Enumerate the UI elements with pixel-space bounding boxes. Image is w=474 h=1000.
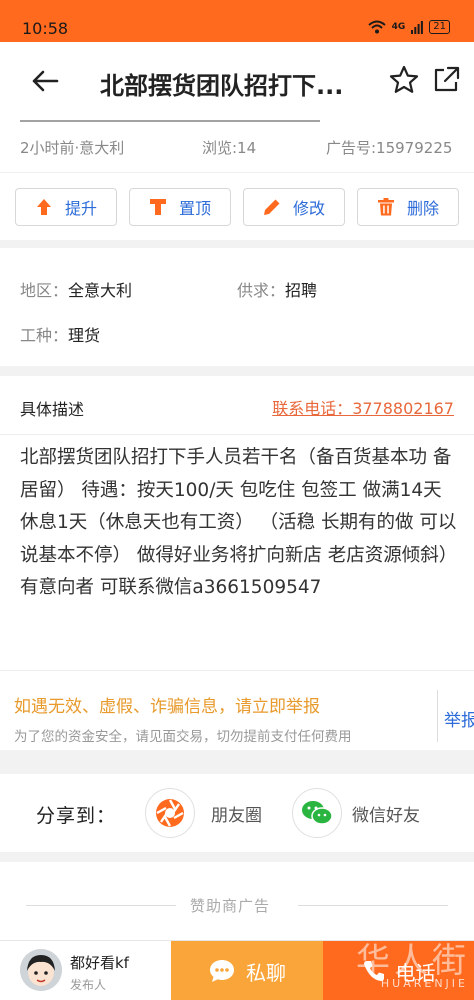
pin-top-label: 置顶 bbox=[178, 199, 211, 218]
edit-label: 修改 bbox=[292, 199, 325, 218]
contact-phone-link[interactable]: 联系电话：3778802167 bbox=[272, 395, 454, 419]
promote-button[interactable]: 提升 bbox=[15, 188, 117, 226]
info-card: 地区：全意大利 供求：招聘 工种：理货 bbox=[0, 248, 474, 366]
private-chat-label: 私聊 bbox=[246, 960, 286, 985]
poster-role: 发布人 bbox=[70, 978, 107, 992]
watermark-subtext: HUARENJIE bbox=[380, 977, 468, 990]
share-card: 分享到： 朋友圈 微信好友 bbox=[0, 774, 474, 852]
divider bbox=[298, 905, 448, 906]
moments-icon bbox=[156, 799, 184, 827]
promote-label: 提升 bbox=[64, 199, 97, 218]
moments-icon-circle bbox=[145, 788, 195, 838]
back-button[interactable] bbox=[28, 66, 62, 96]
job-type-label: 工种： bbox=[20, 326, 69, 345]
signal-icon: 4G bbox=[391, 21, 406, 32]
region-field: 地区：全意大利 bbox=[20, 277, 132, 301]
fraud-warning-title: 如遇无效、虚假、诈骗信息，请立即举报 bbox=[14, 697, 320, 717]
supply-value: 招聘 bbox=[285, 281, 318, 300]
pin-top-icon bbox=[149, 199, 166, 215]
fraud-warning-subtitle: 为了您的资金安全，请见面交易，切勿提前支付任何费用 bbox=[14, 729, 352, 745]
arrow-up-icon bbox=[36, 199, 51, 215]
ad-meta-row: 2小时前·意大利 浏览:14 广告号:15979225 bbox=[0, 120, 474, 172]
share-wechat-button[interactable]: 微信好友 bbox=[292, 788, 420, 838]
post-time-location: 2小时前·意大利 bbox=[20, 139, 125, 157]
status-bar: 10:58 4G 21 bbox=[0, 0, 474, 42]
status-icons: 4G 21 bbox=[367, 20, 450, 34]
delete-label: 删除 bbox=[406, 199, 439, 218]
wifi-icon bbox=[367, 20, 386, 34]
share-moments-button[interactable]: 朋友圈 bbox=[145, 788, 262, 838]
poster-name: 都好看kf bbox=[70, 954, 129, 972]
favorite-button[interactable] bbox=[388, 64, 420, 96]
job-type-field: 工种：理货 bbox=[20, 322, 100, 346]
battery-icon: 21 bbox=[429, 20, 450, 34]
sponsor-label: 赞助商广告 bbox=[190, 897, 271, 915]
status-time: 10:58 bbox=[22, 19, 69, 38]
supply-label: 供求： bbox=[237, 281, 286, 300]
region-value: 全意大利 bbox=[68, 281, 133, 300]
divider bbox=[0, 670, 474, 671]
share-moments-label: 朋友圈 bbox=[211, 805, 262, 826]
share-label: 分享到： bbox=[36, 805, 117, 827]
view-count: 浏览:14 bbox=[202, 139, 257, 157]
chat-bubble-icon bbox=[210, 960, 234, 982]
trash-icon bbox=[377, 198, 394, 216]
page-title: 北部摆货团队招打下... bbox=[100, 72, 344, 100]
app-bar: 北部摆货团队招打下... bbox=[0, 42, 474, 120]
divider bbox=[26, 905, 176, 906]
wechat-icon-circle bbox=[292, 788, 342, 838]
supply-field: 供求：招聘 bbox=[237, 277, 317, 301]
wechat-icon bbox=[302, 801, 333, 825]
description-card: 具体描述 联系电话：3778802167 北部摆货团队招打下手人员若干名（备百货… bbox=[0, 376, 474, 750]
arrow-left-icon bbox=[32, 70, 59, 92]
sponsor-section: 赞助商广告 bbox=[0, 862, 474, 940]
delete-button[interactable]: 删除 bbox=[357, 188, 459, 226]
description-text: 北部摆货团队招打下手人员若干名（备百货基本功 备居留） 待遇：按天100/天 包… bbox=[20, 447, 458, 599]
call-button[interactable]: 电话 华人街 HUARENJIE bbox=[323, 941, 474, 1000]
avatar-image bbox=[20, 949, 62, 991]
share-button[interactable] bbox=[430, 64, 462, 96]
action-bar: 提升 置顶 修改 删除 bbox=[0, 172, 474, 240]
edit-button[interactable]: 修改 bbox=[243, 188, 345, 226]
ad-number: 广告号:15979225 bbox=[326, 139, 453, 157]
star-icon bbox=[389, 65, 419, 93]
pin-top-button[interactable]: 置顶 bbox=[129, 188, 231, 226]
divider bbox=[0, 434, 474, 435]
description-heading: 具体描述 bbox=[20, 400, 85, 419]
share-wechat-label: 微信好友 bbox=[352, 805, 420, 826]
report-button[interactable]: 举报 bbox=[444, 706, 474, 731]
signal-bars-icon bbox=[411, 21, 424, 34]
job-type-value: 理货 bbox=[68, 326, 101, 345]
divider bbox=[437, 690, 438, 742]
region-label: 地区： bbox=[20, 281, 69, 300]
private-chat-button[interactable]: 私聊 bbox=[171, 941, 323, 1000]
share-icon bbox=[434, 66, 460, 92]
avatar[interactable] bbox=[20, 949, 62, 991]
pencil-icon bbox=[263, 199, 280, 215]
scrolled-title-remnant bbox=[20, 120, 320, 125]
bottom-bar: 都好看kf 发布人 私聊 电话 华人街 HUARENJIE bbox=[0, 940, 474, 1000]
